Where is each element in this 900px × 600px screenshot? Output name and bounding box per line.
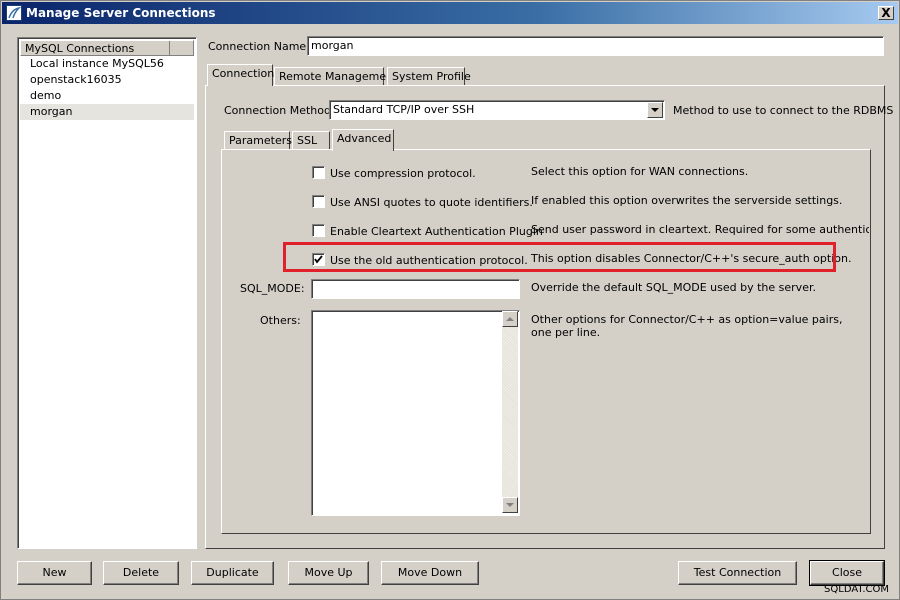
compression-label: Use compression protocol. bbox=[330, 167, 476, 180]
cleartext-auth-description: Send user password in cleartext. Require… bbox=[531, 223, 869, 236]
tab-remote-management[interactable]: Remote Management bbox=[274, 67, 397, 87]
ansi-quotes-label: Use ANSI quotes to quote identifiers. bbox=[330, 196, 533, 209]
scroll-up-icon[interactable] bbox=[502, 311, 518, 327]
tab-system-profile[interactable]: System Profile bbox=[387, 67, 471, 87]
close-button[interactable]: Close bbox=[809, 560, 885, 586]
manage-server-connections-window: Manage Server Connections X MySQL Connec… bbox=[0, 0, 900, 600]
watermark: SQLDAT.COM bbox=[824, 584, 889, 595]
test-connection-button[interactable]: Test Connection bbox=[678, 561, 797, 585]
ansi-quotes-checkbox[interactable] bbox=[312, 195, 325, 208]
ansi-quotes-description: If enabled this option overwrites the se… bbox=[531, 194, 843, 207]
connection-method-value: Standard TCP/IP over SSH bbox=[333, 103, 475, 116]
tab-connection[interactable]: Connection bbox=[207, 64, 274, 86]
scroll-down-icon[interactable] bbox=[502, 497, 518, 513]
window-title: Manage Server Connections bbox=[26, 6, 216, 20]
compression-checkbox[interactable] bbox=[312, 166, 325, 179]
others-description-line1: Other options for Connector/C++ as optio… bbox=[531, 313, 843, 326]
connection-method-select[interactable]: Standard TCP/IP over SSH bbox=[329, 100, 665, 120]
connections-list-header[interactable]: MySQL Connections bbox=[20, 40, 194, 56]
column-separator[interactable] bbox=[169, 41, 170, 55]
new-button[interactable]: New bbox=[17, 561, 92, 585]
chevron-down-icon[interactable] bbox=[647, 102, 663, 118]
tab-ssl[interactable]: SSL bbox=[292, 131, 330, 151]
others-description-line2: one per line. bbox=[531, 326, 601, 339]
connection-method-label: Connection Method: bbox=[224, 104, 335, 117]
sql-mode-input[interactable] bbox=[311, 279, 520, 299]
connection-name-label: Connection Name: bbox=[208, 40, 310, 53]
title-bar: Manage Server Connections X bbox=[2, 2, 898, 24]
connections-list[interactable]: MySQL Connections Local instance MySQL56… bbox=[17, 37, 197, 549]
sql-mode-label: SQL_MODE: bbox=[240, 282, 305, 295]
others-textarea[interactable] bbox=[311, 310, 520, 516]
move-down-button[interactable]: Move Down bbox=[381, 561, 479, 585]
highlight-annotation bbox=[283, 242, 836, 272]
connection-method-hint: Method to use to connect to the RDBMS bbox=[673, 104, 894, 117]
connection-tab-panel: Connection Method: Standard TCP/IP over … bbox=[205, 85, 893, 549]
connection-item-local-instance[interactable]: Local instance MySQL56 bbox=[20, 56, 194, 72]
duplicate-button[interactable]: Duplicate bbox=[191, 561, 274, 585]
connection-item-demo[interactable]: demo bbox=[20, 88, 194, 104]
others-label: Others: bbox=[260, 314, 301, 327]
others-scrollbar[interactable] bbox=[502, 311, 518, 513]
cleartext-auth-checkbox[interactable] bbox=[312, 224, 325, 237]
connection-name-input[interactable]: morgan bbox=[307, 36, 884, 56]
advanced-tab-panel: Use compression protocol. Select this op… bbox=[221, 149, 871, 534]
compression-description: Select this option for WAN connections. bbox=[531, 165, 749, 178]
cleartext-auth-label: Enable Cleartext Authentication Plugin bbox=[330, 225, 543, 238]
delete-button[interactable]: Delete bbox=[103, 561, 179, 585]
connection-item-morgan[interactable]: morgan bbox=[20, 104, 194, 120]
connection-item-openstack[interactable]: openstack16035 bbox=[20, 72, 194, 88]
mysql-workbench-icon bbox=[6, 5, 22, 21]
close-window-icon[interactable]: X bbox=[878, 6, 894, 20]
sql-mode-description: Override the default SQL_MODE used by th… bbox=[531, 281, 816, 294]
tab-advanced[interactable]: Advanced bbox=[332, 129, 394, 151]
move-up-button[interactable]: Move Up bbox=[288, 561, 369, 585]
connections-header-label: MySQL Connections bbox=[25, 42, 135, 55]
tab-parameters[interactable]: Parameters bbox=[224, 131, 292, 151]
